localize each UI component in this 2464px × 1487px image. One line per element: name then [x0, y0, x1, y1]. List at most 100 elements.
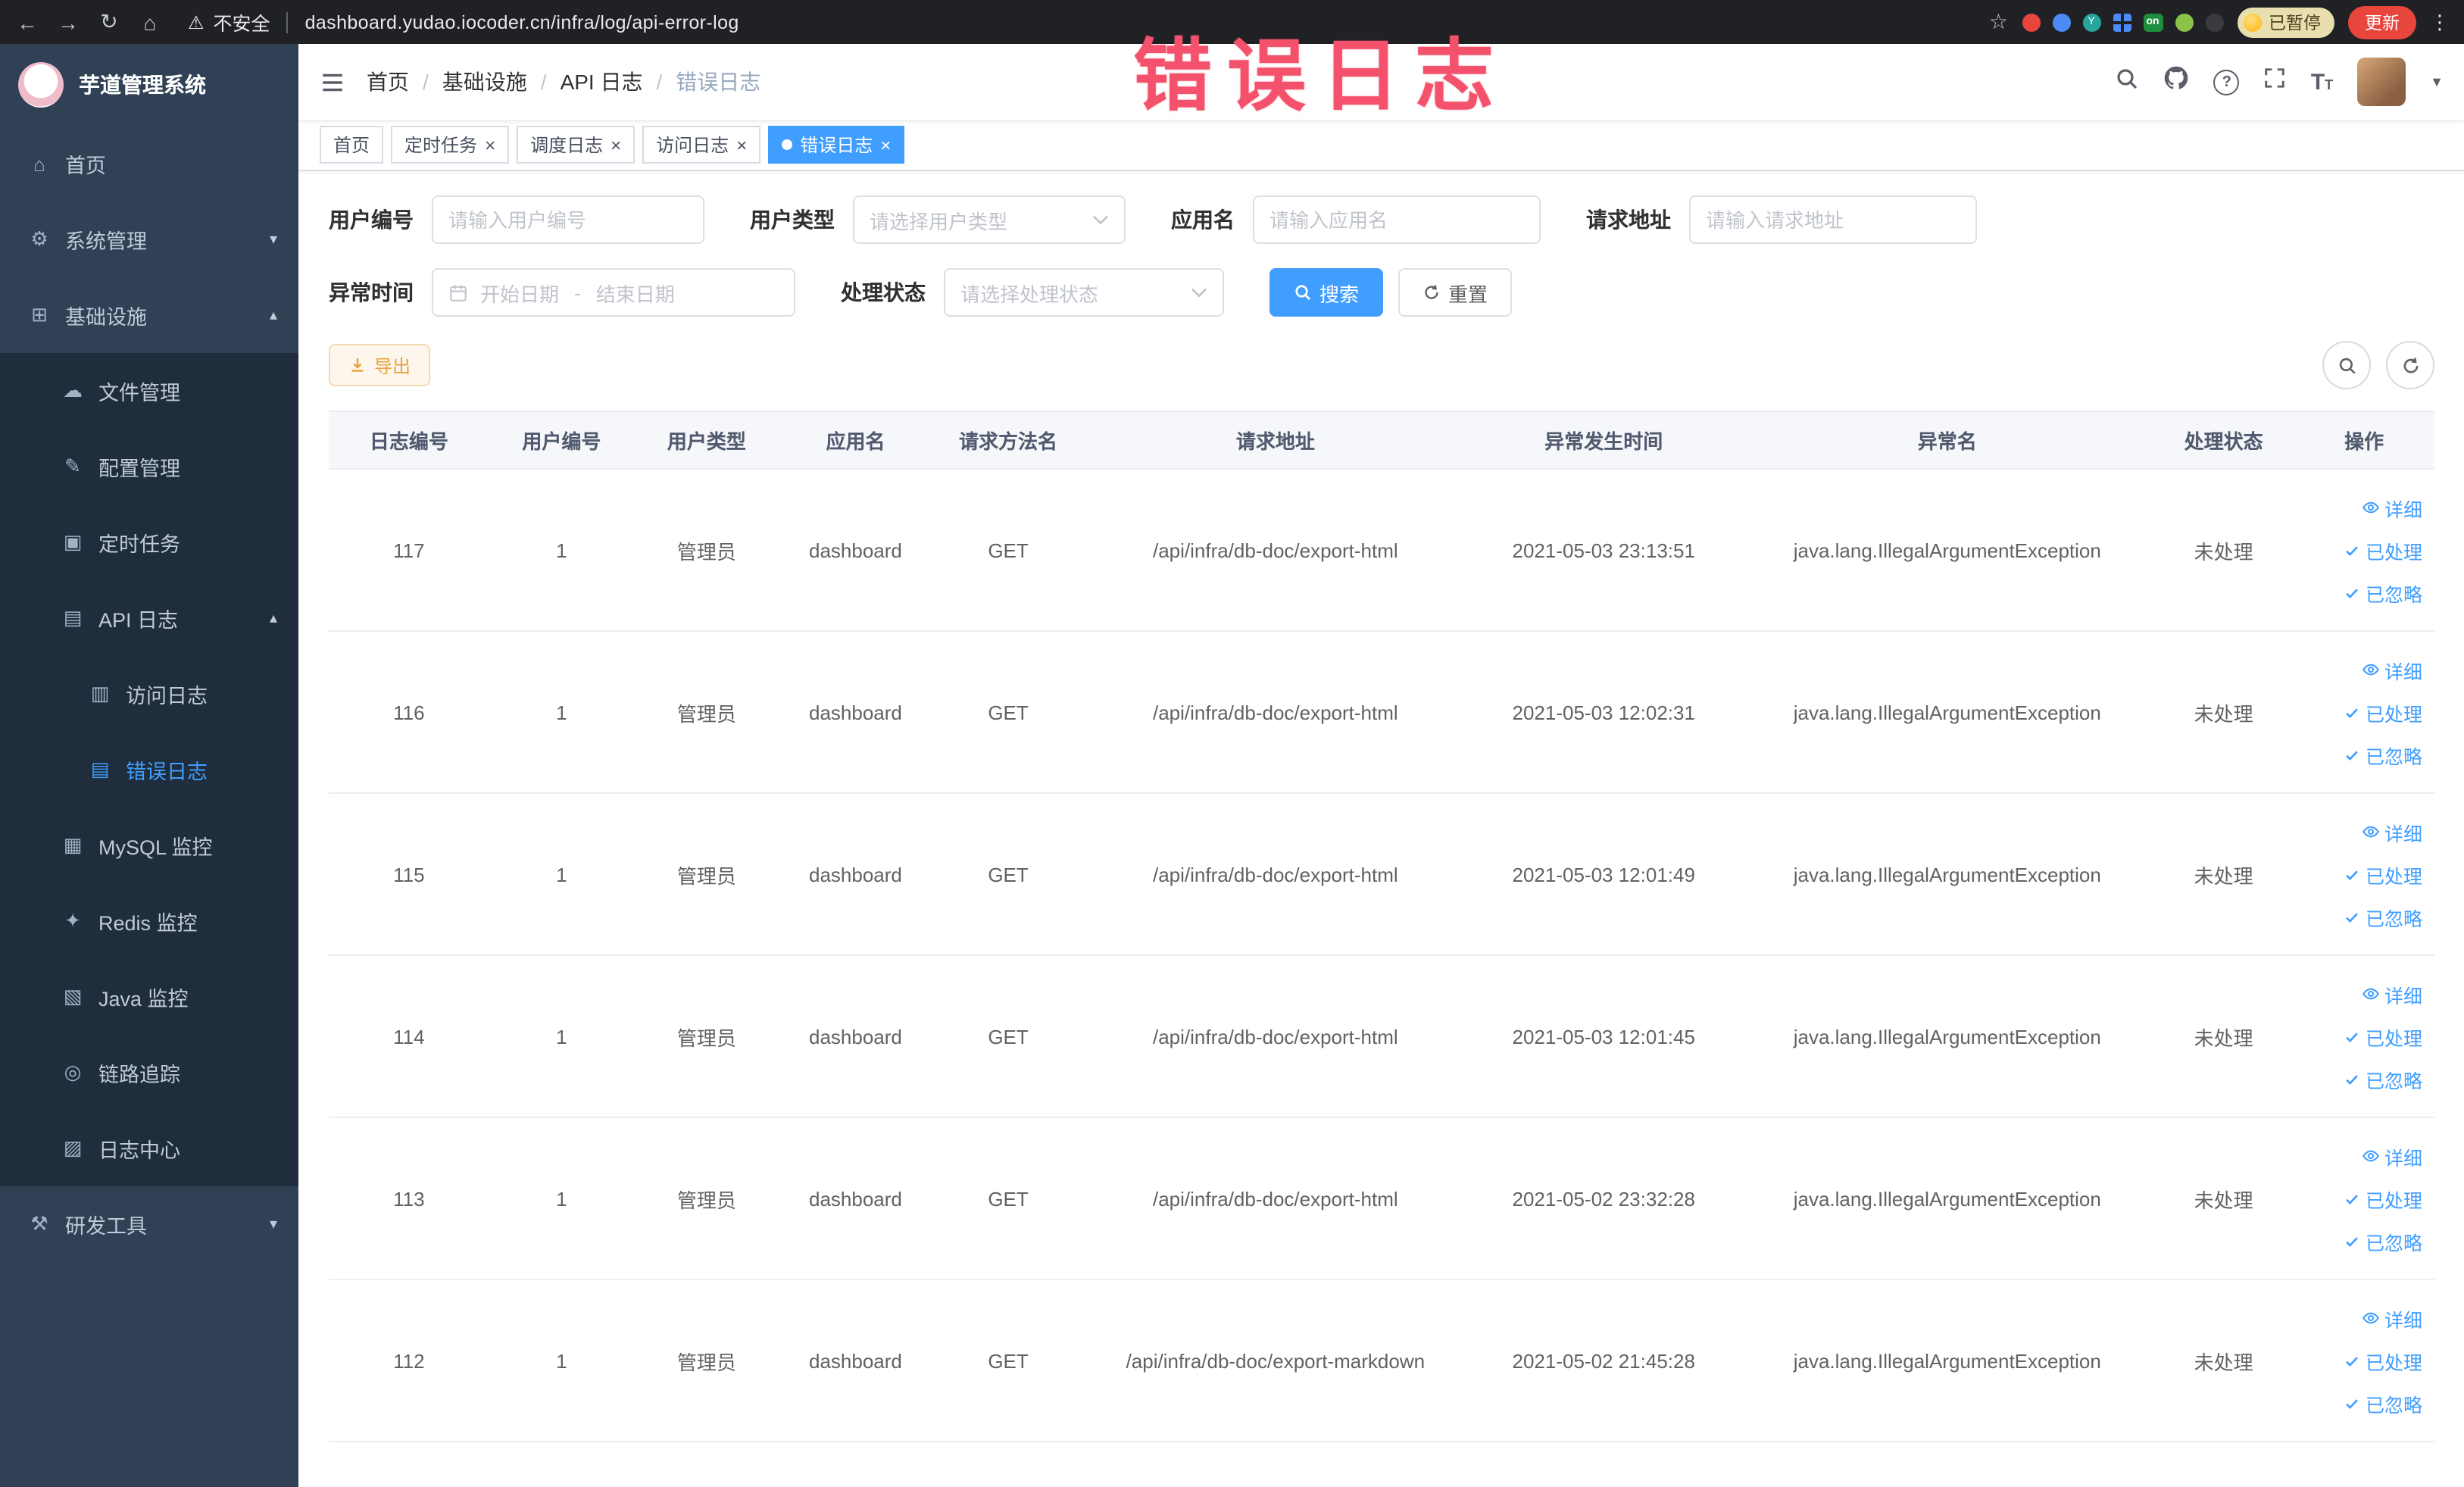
font-size-icon[interactable]: TT	[2311, 69, 2333, 95]
hamburger-icon[interactable]	[320, 69, 345, 95]
breadcrumb-item[interactable]: API 日志	[561, 67, 643, 97]
action-ignored-link[interactable]: 已忽略	[2344, 1389, 2422, 1417]
forward-icon[interactable]: →	[56, 10, 80, 34]
export-button[interactable]: 导出	[329, 344, 431, 386]
close-icon[interactable]: ×	[736, 136, 747, 154]
sidebar-item-config-manage[interactable]: ✎ 配置管理	[0, 429, 298, 505]
extension-red-icon[interactable]	[2022, 13, 2040, 31]
action-detail-link[interactable]: 详细	[2362, 655, 2422, 684]
chevron-down-icon[interactable]: ▼	[2430, 74, 2444, 89]
cell-url: /api/infra/db-doc/export-html	[1084, 955, 1466, 1118]
sidebar-item-label: Java 监控	[98, 988, 189, 1011]
action-processed-link[interactable]: 已处理	[2344, 1184, 2422, 1213]
action-processed-link[interactable]: 已处理	[2344, 860, 2422, 889]
sidebar-item-trace[interactable]: ◎ 链路追踪	[0, 1035, 298, 1111]
sidebar-item-log-center[interactable]: ▨ 日志中心	[0, 1111, 298, 1186]
redis-monitor-icon: ✦	[64, 909, 81, 932]
check-icon	[2344, 1028, 2361, 1045]
search-button[interactable]: 搜索	[1269, 268, 1384, 317]
action-ignored-link[interactable]: 已忽略	[2344, 1064, 2422, 1093]
action-ignored-link[interactable]: 已忽略	[2344, 1226, 2422, 1255]
user-avatar[interactable]	[2357, 58, 2406, 106]
tab-active[interactable]: 错误日志 ×	[768, 126, 905, 164]
app-name-label: 应用名	[1171, 208, 1235, 232]
action-ignored-link[interactable]: 已忽略	[2344, 740, 2422, 769]
search-icon[interactable]	[2116, 66, 2140, 98]
column-header: 异常发生时间	[1466, 411, 1741, 470]
eye-icon	[2362, 661, 2380, 679]
breadcrumb-item[interactable]: 基础设施	[442, 67, 527, 97]
action-processed-link[interactable]: 已处理	[2344, 698, 2422, 726]
extension-grid-icon[interactable]	[2113, 13, 2131, 31]
sidebar-item-dev-tools[interactable]: ⚒ 研发工具 ▾	[0, 1186, 298, 1262]
browser-menu-icon[interactable]: ⋮	[2430, 10, 2450, 34]
user-type-select[interactable]: 请选择用户类型	[853, 195, 1126, 244]
url-bar[interactable]: ⚠ 不安全 dashboard.yudao.iocoder.cn/infra/l…	[188, 8, 739, 36]
action-ignored-link[interactable]: 已忽略	[2344, 578, 2422, 607]
tab[interactable]: 访问日志 ×	[642, 126, 761, 164]
sidebar-item-mysql-monitor[interactable]: ▦ MySQL 监控	[0, 808, 298, 883]
action-ignored-link[interactable]: 已忽略	[2344, 902, 2422, 931]
sidebar-item-file-manage[interactable]: ☁ 文件管理	[0, 353, 298, 429]
extension-leaf-icon[interactable]	[2175, 13, 2193, 31]
sidebar-item-access-log[interactable]: ▥ 访问日志	[0, 656, 298, 732]
extension-on-badge-icon[interactable]: on	[2143, 13, 2163, 31]
eye-icon	[2362, 823, 2380, 841]
sidebar-item-home[interactable]: ⌂ 首页	[0, 126, 298, 201]
sidebar-item-infra[interactable]: ⊞ 基础设施 ▴	[0, 277, 298, 353]
breadcrumb-item[interactable]: 首页	[367, 67, 409, 97]
request-url-input[interactable]	[1689, 195, 1977, 244]
sidebar-item-java-monitor[interactable]: ▧ Java 监控	[0, 959, 298, 1035]
cell-exception: java.lang.IllegalArgumentException	[1741, 955, 2153, 1118]
update-button[interactable]: 更新	[2348, 5, 2416, 39]
action-detail-link[interactable]: 详细	[2362, 493, 2422, 522]
extension-blue-icon[interactable]	[2052, 13, 2070, 31]
sync-paused-chip[interactable]: 已暂停	[2237, 7, 2334, 37]
tab[interactable]: 调度日志 ×	[517, 126, 636, 164]
process-status-select[interactable]: 请选择处理状态	[944, 268, 1224, 317]
sidebar-item-api-log[interactable]: ▤ API 日志 ▴	[0, 580, 298, 656]
cell-user-type: 管理员	[634, 469, 779, 632]
sidebar-item-error-log[interactable]: ▤ 错误日志	[0, 732, 298, 808]
sidebar-menu: ⌂ 首页 ⚙ 系统管理 ▾ ⊞ 基础设施 ▴ ☁ 文件管理 ✎ 配置管理 ▣ 定时任务 ▤ API 日志 ▴ ▥ 访…	[0, 126, 298, 1262]
sidebar-item-scheduled-job[interactable]: ▣ 定时任务	[0, 505, 298, 580]
refresh-button[interactable]	[2386, 341, 2434, 389]
exception-time-range-picker[interactable]: 开始日期 - 结束日期	[432, 268, 795, 317]
action-processed-link[interactable]: 已处理	[2344, 536, 2422, 564]
sidebar-item-redis-monitor[interactable]: ✦ Redis 监控	[0, 883, 298, 959]
tab[interactable]: 定时任务 ×	[391, 126, 510, 164]
action-detail-link[interactable]: 详细	[2362, 817, 2422, 846]
action-processed-link[interactable]: 已处理	[2344, 1346, 2422, 1375]
action-detail-link[interactable]: 详细	[2362, 1304, 2422, 1332]
close-icon[interactable]: ×	[611, 136, 621, 154]
action-processed-link[interactable]: 已处理	[2344, 1022, 2422, 1051]
reset-button[interactable]: 重置	[1398, 268, 1513, 317]
app-name-input[interactable]	[1253, 195, 1541, 244]
github-icon[interactable]	[2164, 65, 2190, 98]
extension-teal-icon[interactable]: Y	[2082, 13, 2100, 31]
eye-icon	[2362, 985, 2380, 1003]
browser-home-icon[interactable]: ⌂	[138, 10, 162, 34]
cell-actions: 详细已处理已忽略	[2294, 1117, 2434, 1280]
help-icon[interactable]: ?	[2213, 69, 2240, 95]
reload-icon[interactable]: ↻	[97, 9, 121, 35]
cell-log-id: 115	[329, 793, 489, 956]
extension-paw-icon[interactable]	[2205, 13, 2223, 31]
breadcrumb: 首页 / 基础设施 / API 日志 / 错误日志	[367, 67, 760, 97]
bookmark-star-icon[interactable]: ☆	[1989, 9, 2008, 35]
tab[interactable]: 首页	[320, 126, 384, 164]
app-logo-row[interactable]: 芋道管理系统	[0, 44, 298, 126]
user-id-input[interactable]	[432, 195, 704, 244]
back-icon[interactable]: ←	[15, 10, 39, 34]
toggle-search-button[interactable]	[2322, 341, 2371, 389]
action-detail-link[interactable]: 详细	[2362, 1142, 2422, 1170]
cell-time: 2021-05-03 12:02:31	[1466, 631, 1741, 794]
sidebar-item-system[interactable]: ⚙ 系统管理 ▾	[0, 201, 298, 277]
cell-user-type: 管理员	[634, 793, 779, 956]
fullscreen-icon[interactable]	[2264, 67, 2287, 97]
action-detail-link[interactable]: 详细	[2362, 979, 2422, 1008]
check-icon	[2344, 1352, 2361, 1369]
close-icon[interactable]: ×	[485, 136, 495, 154]
exception-time-label: 异常时间	[329, 280, 414, 305]
close-icon[interactable]: ×	[880, 136, 891, 154]
